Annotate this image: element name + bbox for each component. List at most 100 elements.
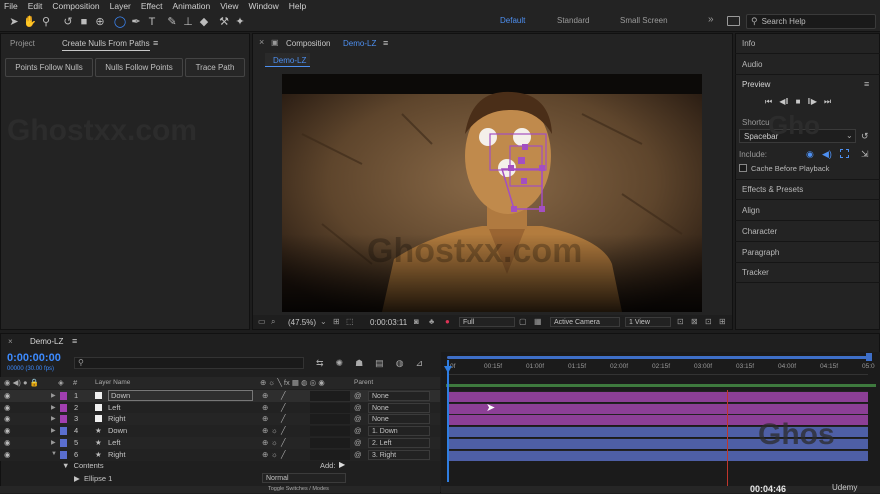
menu-view[interactable]: View xyxy=(220,1,238,11)
menu-window[interactable]: Window xyxy=(249,1,279,11)
color-channel-icon[interactable]: ● xyxy=(445,317,450,326)
fast-previews-icon[interactable]: ⊠ xyxy=(691,317,698,326)
pickwhip-icon[interactable]: @ xyxy=(354,426,362,435)
align-tab[interactable]: Align xyxy=(742,206,760,215)
parent-select[interactable]: 3. Right xyxy=(368,450,430,460)
expand-layer-icon[interactable]: ▶ xyxy=(51,439,56,446)
last-frame-icon[interactable]: ⏭ xyxy=(824,97,831,107)
comp-mini-flowchart-icon[interactable]: ⇆ xyxy=(316,358,324,369)
shy-layers-icon[interactable]: ☗ xyxy=(355,358,363,369)
layer-name[interactable]: Left xyxy=(108,403,121,412)
pickwhip-icon[interactable]: @ xyxy=(354,391,362,400)
graph-editor-icon[interactable]: ⊿ xyxy=(416,358,424,369)
type-tool-icon[interactable]: T xyxy=(144,14,160,30)
menu-file[interactable]: File xyxy=(4,1,18,11)
menu-edit[interactable]: Edit xyxy=(28,1,43,11)
eraser-tool-icon[interactable]: ◆ xyxy=(196,14,212,30)
label-color-swatch[interactable] xyxy=(60,404,67,412)
label-color-swatch[interactable] xyxy=(60,415,67,423)
collapse-switch-icon[interactable]: ☼ xyxy=(271,426,278,435)
frame-blending-icon[interactable]: ▤ xyxy=(375,358,384,369)
menu-help[interactable]: Help xyxy=(289,1,306,11)
transparency-grid-icon[interactable]: ▦ xyxy=(534,317,542,326)
puppet-pin-tool-icon[interactable]: ✦ xyxy=(232,14,248,30)
expand-layer-icon[interactable]: ▼ xyxy=(51,451,57,457)
tab-create-nulls[interactable]: Create Nulls From Paths xyxy=(62,39,150,48)
include-overlays-icon[interactable] xyxy=(840,149,849,158)
layer-search-input[interactable]: ⚲ xyxy=(74,357,304,369)
grid-icon[interactable]: ⊞ xyxy=(333,317,340,326)
visibility-eye-icon[interactable]: ◉ xyxy=(4,391,11,400)
draft-3d-icon[interactable]: ✺ xyxy=(336,358,344,369)
layer-name[interactable]: Left xyxy=(108,438,121,447)
comp-tab-label[interactable]: Composition xyxy=(286,39,330,48)
shy-switch-icon[interactable]: ⊕ xyxy=(262,403,268,412)
label-color-swatch[interactable] xyxy=(60,439,67,447)
zoom-tool-icon[interactable]: ⚲ xyxy=(38,14,54,30)
visibility-eye-icon[interactable]: ◉ xyxy=(4,403,11,412)
layer-name[interactable]: Right xyxy=(108,414,126,423)
quality-switch-icon[interactable]: ╱ xyxy=(281,450,286,459)
ellipse-group[interactable]: ▶ Ellipse 1 xyxy=(74,474,112,483)
menu-animation[interactable]: Animation xyxy=(172,1,210,11)
include-audio-icon[interactable]: ◀) xyxy=(822,149,832,160)
snapshot-icon[interactable]: ◙ xyxy=(414,317,419,326)
expand-layer-icon[interactable]: ▶ xyxy=(51,392,56,399)
comp-tab-name[interactable]: Demo-LZ xyxy=(343,39,376,48)
info-panel-tab[interactable]: Info xyxy=(742,39,755,48)
parent-select[interactable]: None xyxy=(368,403,430,413)
layer-duration-bar[interactable] xyxy=(447,391,868,402)
clone-stamp-tool-icon[interactable]: ⊥ xyxy=(180,14,196,30)
close-tab-icon[interactable]: × xyxy=(259,37,264,47)
visibility-eye-icon[interactable]: ◉ xyxy=(4,450,11,459)
parent-select[interactable]: None xyxy=(368,414,430,424)
timeline-zoom-bar[interactable] xyxy=(441,486,880,493)
work-area-bar[interactable] xyxy=(447,356,868,359)
menu-composition[interactable]: Composition xyxy=(52,1,99,11)
visibility-eye-icon[interactable]: ◉ xyxy=(4,438,11,447)
layer-row[interactable]: ◉ ▶ 1 Down ⊕ ╱ @ None xyxy=(0,390,440,402)
current-time-display[interactable]: 0:00:00:00 xyxy=(7,352,61,364)
workspace-standard[interactable]: Standard xyxy=(557,16,589,25)
layer-row[interactable]: ◉ ▶ 5 ★ Left ⊕ ☼ ╱ @2. Left xyxy=(0,437,440,449)
flowchart-icon[interactable]: ⊞ xyxy=(719,317,726,326)
export-icon[interactable]: ⇲ xyxy=(861,149,869,160)
timeline-close-icon[interactable]: × xyxy=(8,337,13,346)
stop-icon[interactable]: ■ xyxy=(796,97,801,107)
sync-settings-icon[interactable] xyxy=(727,16,740,26)
quality-switch-icon[interactable]: ╱ xyxy=(281,414,286,423)
first-frame-icon[interactable]: ⏮ xyxy=(765,97,772,107)
paragraph-tab[interactable]: Paragraph xyxy=(742,248,779,257)
trace-path-button[interactable]: Trace Path xyxy=(185,58,245,77)
collapse-switch-icon[interactable]: ☼ xyxy=(271,438,278,447)
rotate-tool-icon[interactable]: ↺ xyxy=(60,14,76,30)
search-help-field[interactable]: ⚲ Search Help xyxy=(746,14,876,29)
comp-subtab[interactable]: Demo-LZ xyxy=(265,53,310,67)
brush-tool-icon[interactable]: ✎ xyxy=(164,14,180,30)
quality-switch-icon[interactable]: ╱ xyxy=(281,426,286,435)
next-frame-icon[interactable]: ‖▶ xyxy=(808,97,817,107)
pickwhip-icon[interactable]: @ xyxy=(354,450,362,459)
audio-panel-tab[interactable]: Audio xyxy=(742,60,762,69)
expand-layer-icon[interactable]: ▶ xyxy=(51,427,56,434)
zoom-level[interactable]: (47.5%) xyxy=(288,318,316,327)
cache-checkbox[interactable] xyxy=(739,164,747,172)
timeline-tab[interactable]: Demo-LZ xyxy=(30,337,63,346)
mask-visibility-icon[interactable]: ⬚ xyxy=(346,317,354,326)
quality-switch-icon[interactable]: ╱ xyxy=(281,403,286,412)
region-of-interest-icon[interactable]: ▢ xyxy=(519,317,527,326)
label-color-swatch[interactable] xyxy=(60,451,67,459)
layer-row[interactable]: ◉ ▼ 6 ★ Right ⊕ ☼ ╱ @3. Right xyxy=(0,449,440,461)
pan-behind-tool-icon[interactable]: ⊕ xyxy=(92,14,108,30)
shy-switch-icon[interactable]: ⊕ xyxy=(262,438,268,447)
motion-blur-icon[interactable]: ◍ xyxy=(396,358,404,369)
comp-menu-icon[interactable]: ≡ xyxy=(383,38,388,48)
timeline-menu-icon[interactable]: ≡ xyxy=(72,336,77,346)
panel-menu-icon[interactable]: ≡ xyxy=(153,38,158,48)
reset-icon[interactable]: ↺ xyxy=(861,131,869,142)
pickwhip-icon[interactable]: @ xyxy=(354,403,362,412)
layer-name[interactable]: Down xyxy=(108,390,253,401)
workspace-small-screen[interactable]: Small Screen xyxy=(620,16,668,25)
playhead-handle[interactable] xyxy=(444,366,452,373)
visibility-eye-icon[interactable]: ◉ xyxy=(4,426,11,435)
